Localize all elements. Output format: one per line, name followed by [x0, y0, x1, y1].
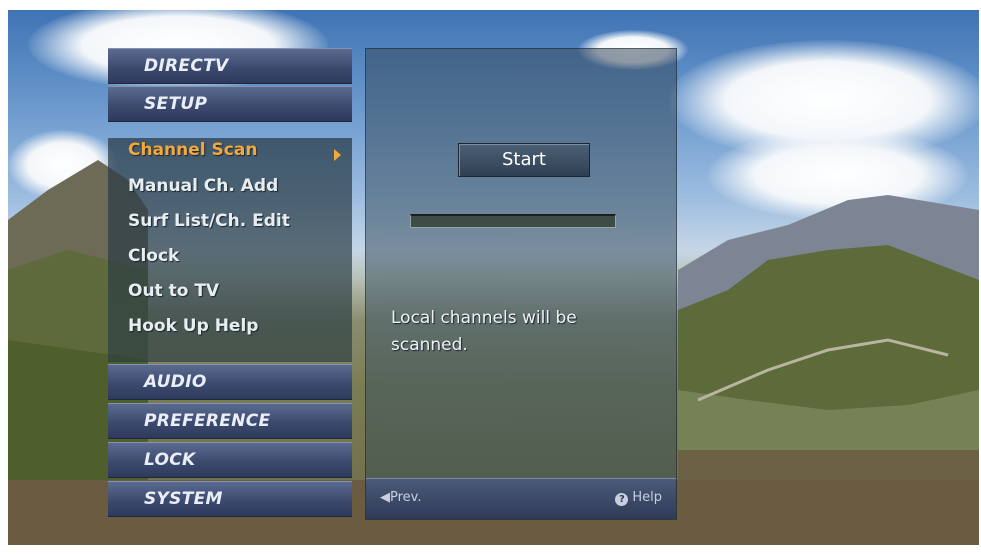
start-button[interactable]: Start	[458, 143, 590, 177]
menu-header-audio[interactable]: AUDIO	[108, 364, 352, 400]
menu-header-label: SETUP	[144, 94, 208, 114]
menu-header-label: PREFERENCE	[144, 411, 271, 431]
scan-progress-bar	[410, 214, 616, 228]
prev-label: Prev.	[390, 490, 422, 505]
setup-menu: DIRECTV SETUP Channel Scan Manual Ch. Ad…	[108, 48, 352, 520]
menu-header-label: SYSTEM	[144, 489, 223, 509]
menu-header-system[interactable]: SYSTEM	[108, 481, 352, 517]
menu-item-clock[interactable]: Clock	[128, 246, 179, 266]
scan-info-text: Local channels will be scanned.	[391, 308, 577, 355]
help-button[interactable]: ? Help	[615, 490, 662, 506]
menu-header-label: LOCK	[144, 450, 196, 470]
arrow-right-icon	[334, 149, 341, 161]
menu-header-directv[interactable]: DIRECTV	[108, 48, 352, 84]
channel-scan-panel: Start Local channels will be scanned. ◀P…	[365, 48, 677, 520]
help-icon: ?	[615, 493, 629, 506]
menu-header-setup[interactable]: SETUP	[108, 86, 352, 122]
menu-header-lock[interactable]: LOCK	[108, 442, 352, 478]
menu-header-label: DIRECTV	[144, 56, 229, 76]
menu-item-channel-scan[interactable]: Channel Scan	[128, 140, 257, 160]
help-label: Help	[632, 490, 662, 505]
menu-header-label: AUDIO	[144, 372, 207, 392]
menu-header-preference[interactable]: PREFERENCE	[108, 403, 352, 439]
prev-button[interactable]: ◀Prev.	[380, 490, 421, 505]
panel-footer: ◀Prev. ? Help	[366, 478, 676, 519]
menu-item-hook-up-help[interactable]: Hook Up Help	[128, 316, 258, 336]
menu-item-manual-ch-add[interactable]: Manual Ch. Add	[128, 176, 278, 196]
menu-item-out-to-tv[interactable]: Out to TV	[128, 281, 219, 301]
menu-item-surf-list[interactable]: Surf List/Ch. Edit	[128, 211, 290, 231]
